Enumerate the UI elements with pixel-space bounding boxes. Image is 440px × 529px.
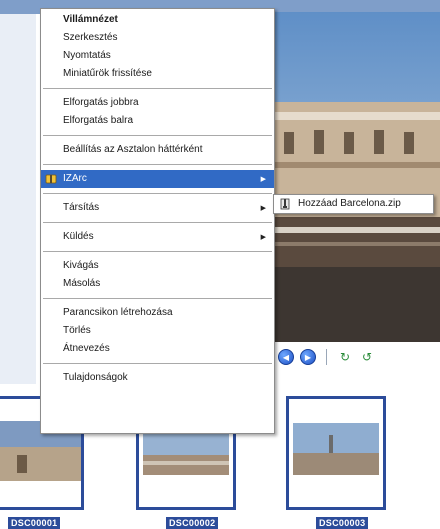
next-icon[interactable]: ▶: [300, 349, 316, 365]
menu-item-label: Tulajdonságok: [63, 372, 128, 383]
menu-item-elforgatas-jobbra[interactable]: Elforgatás jobbra: [41, 94, 274, 112]
izarc-icon: [45, 173, 57, 185]
menu-item-beallitas-hatterkent[interactable]: Beállítás az Asztalon háttérként: [41, 141, 274, 159]
menu-item-label: Kivágás: [63, 260, 99, 271]
menu-item-label: Szerkesztés: [63, 32, 118, 43]
menu-item-villamnezet[interactable]: Villámnézet: [41, 11, 274, 29]
menu-separator: [43, 88, 272, 89]
menu-item-tarsitas[interactable]: Társítás ▶: [41, 199, 274, 217]
menu-separator: [43, 222, 272, 223]
menu-item-label: Átnevezés: [63, 343, 110, 354]
menu-item-masolas[interactable]: Másolás: [41, 275, 274, 293]
menu-separator: [43, 298, 272, 299]
menu-item-label: Parancsikon létrehozása: [63, 307, 173, 318]
menu-item-tulajdonsagok[interactable]: Tulajdonságok: [41, 369, 274, 387]
menu-item-kivagas[interactable]: Kivágás: [41, 257, 274, 275]
menu-item-nyomtatas[interactable]: Nyomtatás: [41, 47, 274, 65]
viewer-toolbar: ◀ ▶ ↻ ↺: [272, 342, 440, 372]
menu-item-izarc[interactable]: IZArc ▶: [41, 170, 274, 188]
submenu-arrow-icon: ▶: [260, 233, 266, 241]
menu-separator: [43, 363, 272, 364]
menu-item-label: Törlés: [63, 325, 91, 336]
photo-preview: [274, 12, 440, 342]
archive-icon: [279, 198, 291, 210]
menu-item-label: Elforgatás jobbra: [63, 97, 139, 108]
menu-item-elforgatas-balra[interactable]: Elforgatás balra: [41, 112, 274, 130]
menu-item-label: Másolás: [63, 278, 101, 289]
thumbnail-label: DSC00002: [166, 517, 219, 529]
menu-separator: [43, 164, 272, 165]
submenu-arrow-icon: ▶: [260, 204, 266, 212]
submenu-arrow-icon: ▶: [260, 175, 266, 183]
menu-item-label: Hozzáad Barcelona.zip: [298, 198, 401, 209]
rotate-clockwise-icon[interactable]: ↻: [337, 350, 353, 364]
viewer-background: [0, 14, 36, 384]
menu-item-label: Miniatűrök frissítése: [63, 68, 152, 79]
menu-item-hozzaad-zip[interactable]: Hozzáad Barcelona.zip: [274, 195, 433, 213]
menu-item-torles[interactable]: Törlés: [41, 322, 274, 340]
menu-separator: [43, 193, 272, 194]
rotate-counterclockwise-icon[interactable]: ↺: [359, 350, 375, 364]
menu-item-label: Küldés: [63, 231, 94, 242]
menu-item-atnevezes[interactable]: Átnevezés: [41, 340, 274, 358]
menu-item-label: Nyomtatás: [63, 50, 111, 61]
menu-item-label: Beállítás az Asztalon háttérként: [63, 144, 203, 155]
menu-separator: [43, 135, 272, 136]
izarc-submenu: Hozzáad Barcelona.zip: [273, 194, 434, 214]
thumbnail-label: DSC00003: [316, 517, 369, 529]
menu-item-label: Társítás: [63, 202, 100, 213]
menu-item-parancsikon[interactable]: Parancsikon létrehozása: [41, 304, 274, 322]
menu-item-szerkesztes[interactable]: Szerkesztés: [41, 29, 274, 47]
menu-item-kuldes[interactable]: Küldés ▶: [41, 228, 274, 246]
menu-item-miniaturok-frissitese[interactable]: Miniatűrök frissítése: [41, 65, 274, 83]
menu-item-label: Villámnézet: [63, 14, 118, 25]
previous-icon[interactable]: ◀: [278, 349, 294, 365]
thumbnail-label: DSC00001: [8, 517, 61, 529]
menu-item-label: IZArc: [63, 173, 87, 184]
menu-separator: [43, 251, 272, 252]
menu-item-label: Elforgatás balra: [63, 115, 134, 126]
context-menu: Villámnézet Szerkesztés Nyomtatás Miniat…: [40, 8, 275, 434]
thumbnail[interactable]: [286, 396, 386, 510]
toolbar-separator: [326, 349, 327, 365]
